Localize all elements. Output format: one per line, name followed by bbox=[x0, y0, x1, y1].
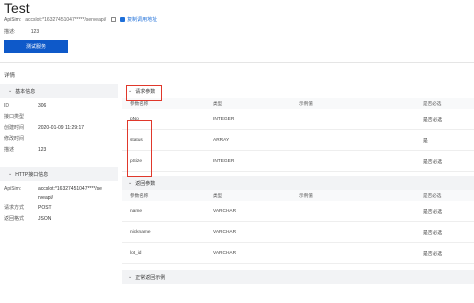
param-required: 是否必选 bbox=[423, 230, 443, 236]
param-required: 是否必选 bbox=[423, 209, 443, 215]
copy-address-link[interactable]: 复制调用地址 bbox=[120, 16, 157, 23]
param-name: name bbox=[130, 208, 142, 214]
chevron-down-icon: ⌄ bbox=[128, 274, 133, 280]
api-address-row: ApiSim: accslot:*16327451047*****/servea… bbox=[4, 16, 157, 24]
info-row: ID 306 bbox=[0, 100, 118, 111]
col-type: 类型 bbox=[213, 192, 223, 198]
chevron-down-icon: ⌄ bbox=[8, 171, 13, 177]
chevron-down-icon: ⌄ bbox=[128, 180, 133, 186]
info-row: 描述 123 bbox=[0, 144, 118, 155]
desc-label: 描述: bbox=[4, 29, 16, 35]
table-row: nickname VARCHAR 是否必选 bbox=[122, 222, 474, 243]
col-example: 示例值 bbox=[299, 192, 313, 198]
details-label: 详情 bbox=[4, 73, 16, 79]
basic-info-title: 基本信息 bbox=[15, 88, 36, 95]
api-value: accslot:*16327451047*****/serveapi/ bbox=[25, 16, 107, 23]
param-type: VARCHAR bbox=[213, 229, 237, 235]
link-icon bbox=[120, 17, 126, 22]
col-type: 类型 bbox=[213, 100, 223, 106]
info-row: 接口类型 bbox=[0, 111, 118, 122]
divider bbox=[0, 62, 474, 63]
info-value: 2020-01-09 11:29:17 bbox=[38, 124, 85, 131]
param-type: INTEGER bbox=[213, 116, 235, 122]
api-label: ApiSim: bbox=[4, 16, 22, 23]
http-value: rveapi/ bbox=[38, 195, 54, 201]
right-panel: ⌄ 请求参数 参数名称 类型 示例值 是否必选 pNo INTEGER 是否必选… bbox=[122, 84, 474, 284]
request-params-highlight bbox=[126, 85, 162, 101]
param-name: lot_id bbox=[130, 250, 142, 256]
col-example: 示例值 bbox=[299, 100, 313, 106]
info-row: 修改时间 bbox=[0, 133, 118, 144]
chevron-down-icon: ⌄ bbox=[8, 88, 13, 94]
col-name: 参数名称 bbox=[130, 100, 149, 106]
normal-example-header[interactable]: ⌄ 正常返回示例 bbox=[122, 270, 474, 284]
param-type: VARCHAR bbox=[213, 208, 237, 214]
page-title: Test bbox=[4, 0, 30, 16]
http-row: 返回格式 JSON bbox=[0, 213, 118, 224]
http-key: ApiSim: bbox=[4, 185, 22, 192]
col-name: 参数名称 bbox=[130, 192, 149, 198]
info-key: 接口类型 bbox=[4, 114, 25, 120]
param-required: 是否必选 bbox=[423, 117, 443, 123]
param-type: VARCHAR bbox=[213, 250, 237, 256]
test-service-button[interactable]: 测试服务 bbox=[4, 40, 68, 53]
left-panel: ⌄ 基本信息 ID 306 接口类型 创建时间 2020-01-09 11:29:1… bbox=[0, 84, 118, 224]
description-row: 描述: 123 bbox=[4, 28, 39, 35]
http-info-header[interactable]: ⌄ HTTP接口信息 bbox=[0, 167, 118, 181]
copy-icon[interactable] bbox=[111, 17, 117, 22]
http-key: 返回格式 bbox=[4, 216, 25, 222]
info-key: 描述 bbox=[4, 147, 15, 153]
col-required: 是否必选 bbox=[423, 100, 442, 106]
param-required: 是否必选 bbox=[423, 159, 443, 165]
info-key: ID bbox=[4, 102, 9, 109]
param-names-highlight bbox=[127, 120, 152, 177]
param-name: nickname bbox=[130, 229, 151, 235]
return-params-title: 返回参数 bbox=[135, 180, 156, 187]
http-key: 请求方式 bbox=[4, 205, 25, 211]
table-row: pSize INTEGER 是否必选 bbox=[122, 151, 474, 172]
http-row: 请求方式 POST bbox=[0, 202, 118, 213]
info-key: 修改时间 bbox=[4, 136, 25, 142]
param-required: 是 bbox=[423, 138, 428, 144]
basic-info-header[interactable]: ⌄ 基本信息 bbox=[0, 84, 118, 98]
return-params-header[interactable]: ⌄ 返回参数 bbox=[122, 176, 474, 190]
info-value: 306 bbox=[38, 102, 47, 109]
http-value: accslot:*16327451047****/se bbox=[38, 185, 102, 192]
http-value: POST bbox=[38, 204, 52, 211]
http-value: JSON bbox=[38, 215, 52, 222]
desc-value: 123 bbox=[30, 29, 40, 35]
http-row: ApiSim: accslot:*16327451047****/se bbox=[0, 183, 118, 194]
request-params-header[interactable]: ⌄ 请求参数 bbox=[122, 84, 474, 98]
info-value: 123 bbox=[38, 146, 47, 153]
param-type: ARRAY bbox=[213, 137, 230, 143]
table-row: pNo INTEGER 是否必选 bbox=[122, 109, 474, 130]
http-info-title: HTTP接口信息 bbox=[15, 171, 49, 178]
table-row: status ARRAY 是 bbox=[122, 130, 474, 151]
request-params-columns: 参数名称 类型 示例值 是否必选 bbox=[122, 98, 474, 109]
table-row: name VARCHAR 是否必选 bbox=[122, 201, 474, 222]
copy-address-label: 复制调用地址 bbox=[127, 17, 158, 23]
info-key: 创建时间 bbox=[4, 125, 25, 131]
param-type: INTEGER bbox=[213, 158, 235, 164]
return-params-columns: 参数名称 类型 示例值 是否必选 bbox=[122, 190, 474, 201]
param-required: 是否必选 bbox=[423, 251, 443, 257]
col-required: 是否必选 bbox=[423, 192, 442, 198]
table-row: lot_id VARCHAR 是否必选 bbox=[122, 243, 474, 264]
info-row: 创建时间 2020-01-09 11:29:17 bbox=[0, 122, 118, 133]
normal-example-title: 正常返回示例 bbox=[135, 274, 166, 281]
http-row: rveapi/ bbox=[0, 194, 118, 202]
